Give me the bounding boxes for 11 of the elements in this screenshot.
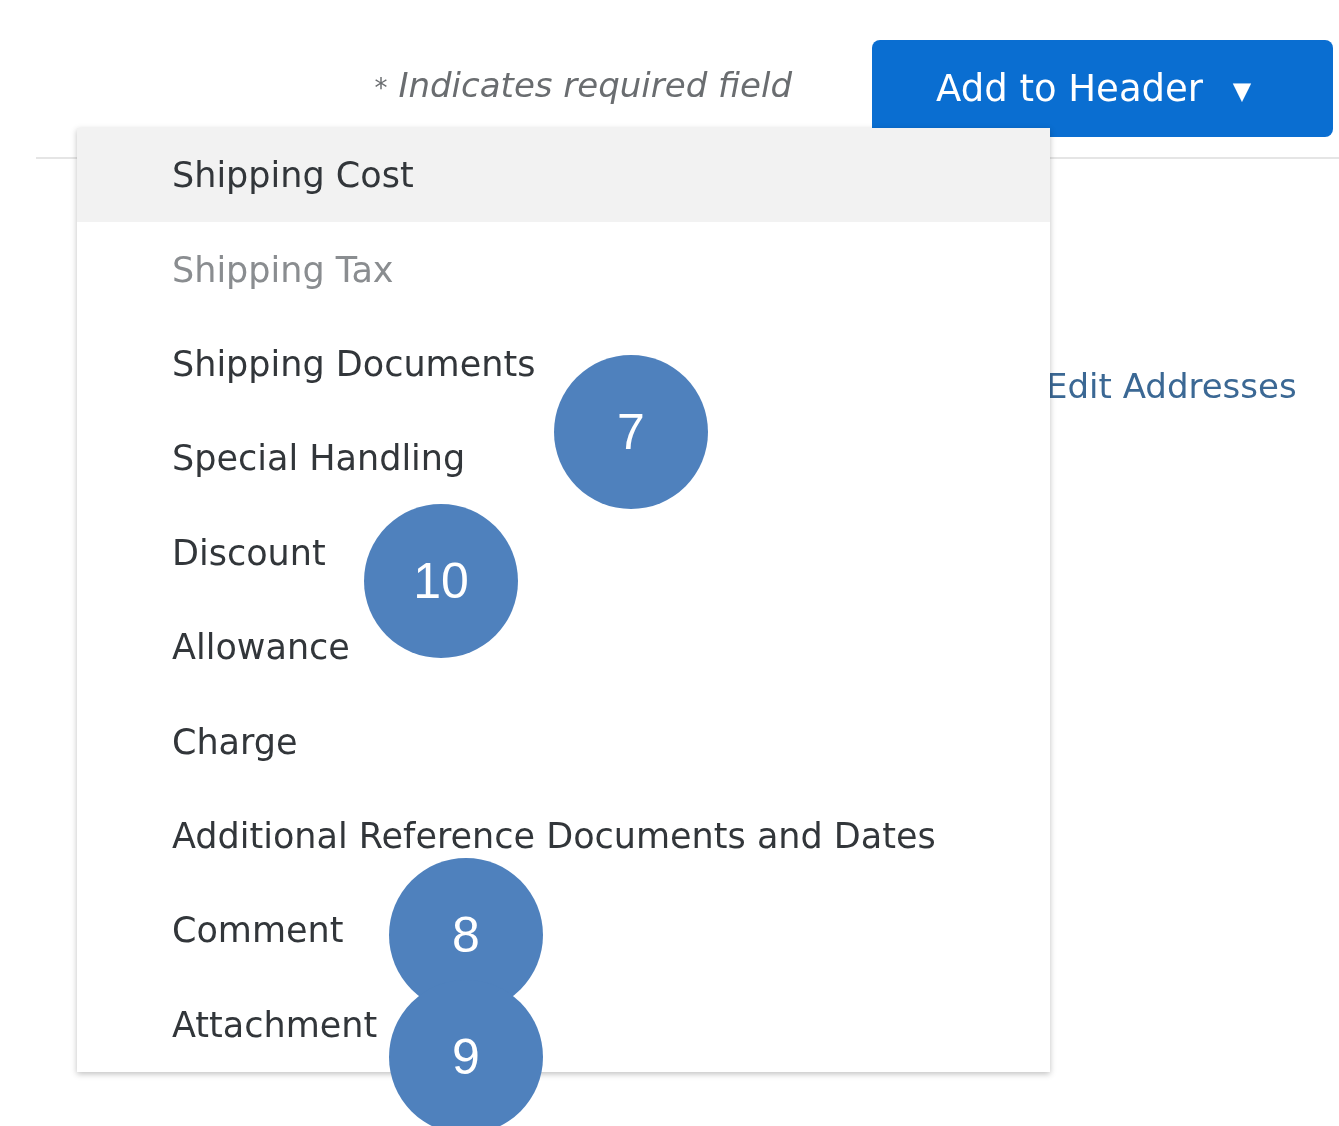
menu-item[interactable]: Additional Reference Documents and Dates [172, 815, 936, 856]
add-to-header-button[interactable]: Add to Header ▼ [872, 40, 1333, 137]
menu-item[interactable]: Charge [172, 721, 298, 762]
menu-item[interactable]: Shipping Documents [172, 343, 536, 384]
menu-item[interactable]: Allowance [172, 627, 350, 668]
menu-item[interactable]: Comment [172, 910, 344, 951]
required-field-note: * Indicates required field [374, 64, 792, 105]
menu-item[interactable]: Shipping Cost [172, 155, 414, 196]
menu-item[interactable]: Discount [172, 532, 326, 573]
menu-item[interactable]: Attachment [172, 1004, 378, 1045]
menu-item[interactable]: Special Handling [172, 438, 466, 479]
